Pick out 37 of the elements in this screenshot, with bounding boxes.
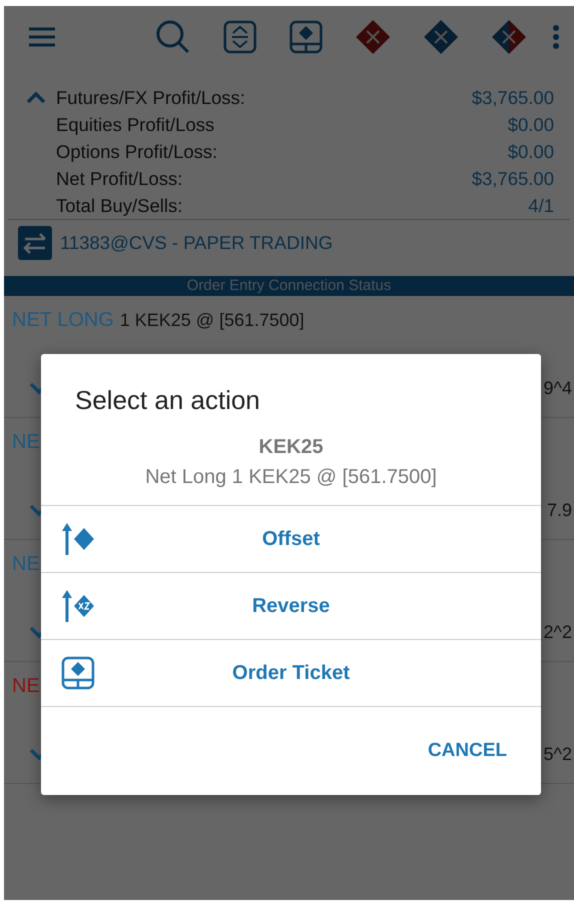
arrow-diamond-icon	[61, 523, 95, 555]
position-value: 2^2	[544, 622, 572, 642]
summary-value: $3,765.00	[472, 86, 554, 110]
summary-label: Options Profit/Loss:	[56, 140, 218, 164]
summary-label: Equities Profit/Loss	[56, 113, 216, 137]
cancel-buy-orders-icon[interactable]	[424, 20, 458, 54]
position-side: NE	[12, 675, 40, 697]
search-icon[interactable]	[155, 19, 191, 55]
connection-status-bar: Order Entry Connection Status	[4, 276, 574, 296]
arrow-diamond-double-icon	[61, 590, 95, 622]
switch-account-icon[interactable]	[18, 226, 52, 260]
cancel-all-orders-icon[interactable]	[492, 20, 526, 54]
position-side: NE	[12, 431, 40, 453]
order-ticket-icon	[61, 656, 95, 690]
position-value: 9^4	[544, 378, 572, 398]
summary-value: 4/1	[527, 194, 554, 218]
position-side: NET LONG	[12, 309, 114, 331]
dialog-title: Select an action	[74, 384, 262, 417]
menu-icon[interactable]	[28, 26, 56, 48]
order-ticket-icon[interactable]	[289, 20, 323, 54]
summary-label: Futures/FX Profit/Loss:	[56, 86, 246, 110]
summary-value: $3,765.00	[472, 167, 554, 191]
more-icon[interactable]	[552, 25, 560, 49]
action-option[interactable]: Reverse	[41, 573, 541, 640]
position-side: NE	[12, 553, 40, 575]
dialog-symbol: KEK25	[258, 436, 324, 458]
position-value: 7.9	[546, 500, 572, 520]
summary-value: $0.00	[506, 140, 554, 164]
action-option[interactable]: Offset	[41, 506, 541, 573]
position-value: 5^2	[544, 744, 572, 764]
position-detail: 1 KEK25 @ [561.7500]	[120, 310, 304, 330]
expand-collapse-icon[interactable]	[223, 20, 257, 54]
cancel-sell-orders-icon[interactable]	[356, 20, 390, 54]
summary-value: $0.00	[506, 113, 554, 137]
summary-label: Net Profit/Loss:	[56, 167, 184, 191]
summary-label: Total Buy/Sells:	[56, 194, 184, 218]
action-option[interactable]: Order Ticket	[41, 640, 541, 707]
